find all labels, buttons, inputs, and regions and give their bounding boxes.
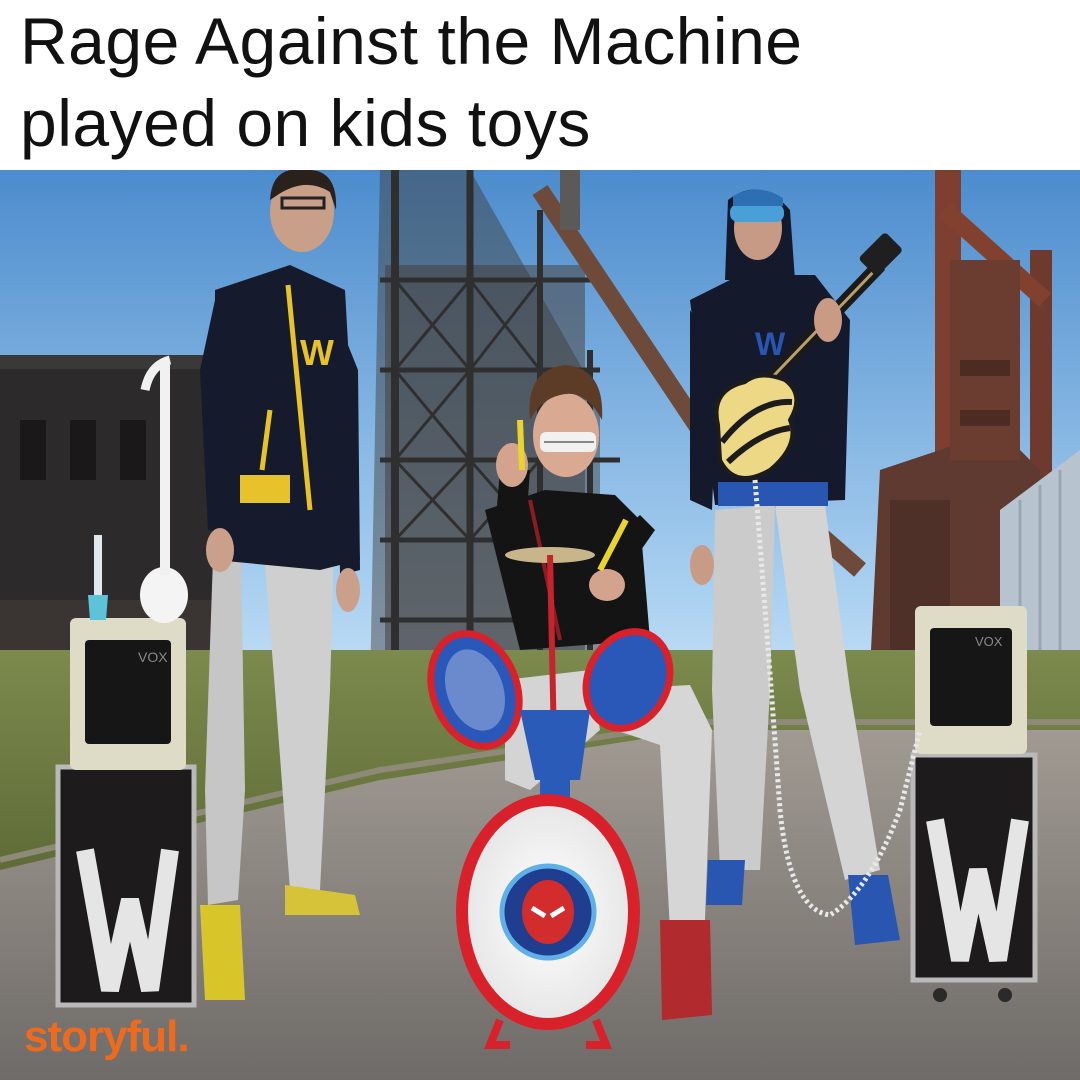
caption-banner: Rage Against the Machine played on kids …	[0, 0, 1080, 170]
svg-text:W: W	[300, 332, 334, 373]
storyful-watermark: storyful.	[24, 1012, 190, 1061]
caption-line-2: played on kids toys	[20, 86, 591, 160]
band-photo: VOX VOX W W	[0, 170, 1080, 1080]
svg-text:VOX: VOX	[138, 649, 168, 665]
svg-text:VOX: VOX	[975, 634, 1003, 649]
right-amp-stack: VOX	[910, 606, 1038, 1002]
svg-text:W: W	[755, 326, 786, 362]
caption-line-1: Rage Against the Machine	[20, 4, 803, 78]
left-warehouse	[0, 355, 215, 660]
